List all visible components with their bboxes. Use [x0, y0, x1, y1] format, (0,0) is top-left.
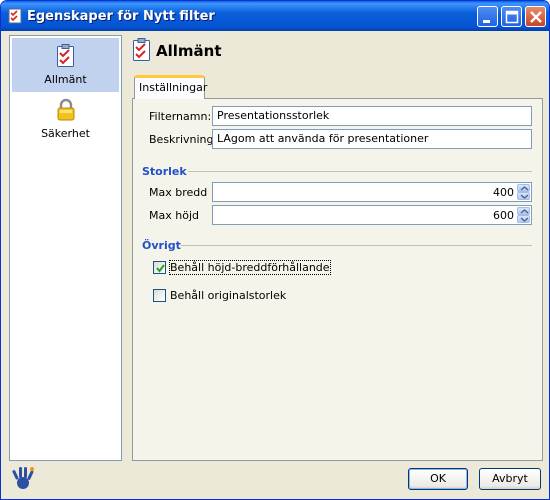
filter-name-field[interactable]: Presentationsstorlek [212, 106, 532, 126]
max-height-value: 600 [493, 209, 514, 222]
close-button[interactable] [525, 6, 546, 27]
sidebar-item-label: Allmänt [44, 73, 87, 86]
tab-settings[interactable]: Inställningar [134, 75, 207, 99]
chevron-up-icon[interactable] [517, 184, 530, 192]
keep-ratio-checkbox[interactable] [153, 261, 166, 274]
max-height-spinner[interactable]: 600 [212, 205, 532, 225]
sidebar-item-label: Säkerhet [41, 127, 90, 140]
chevron-down-icon[interactable] [517, 192, 530, 200]
max-width-value: 400 [493, 186, 514, 199]
description-label: Beskrivning: [149, 133, 218, 146]
keep-ratio-label[interactable]: Behåll höjd-breddförhållande [169, 260, 331, 275]
maximize-button[interactable] [501, 6, 522, 27]
sidebar-item-security[interactable]: Säkerhet [12, 92, 119, 146]
settings-panel [132, 98, 543, 461]
sidebar-item-general[interactable]: Allmänt [12, 38, 119, 92]
window-title: Egenskaper för Nytt filter [27, 9, 215, 24]
lock-icon [56, 98, 76, 125]
hand-logo-icon [9, 464, 37, 495]
dialog-window: Egenskaper för Nytt filter Allmänt Säker… [0, 0, 550, 500]
checklist-icon [56, 44, 76, 71]
max-width-label: Max bredd [149, 186, 208, 199]
filter-name-label: Filternamn: [149, 110, 212, 123]
app-checklist-icon [7, 8, 23, 24]
chevron-down-icon[interactable] [517, 215, 530, 223]
page-title: Allmänt [156, 42, 222, 60]
category-sidebar: Allmänt Säkerhet [9, 35, 122, 461]
max-height-stepper[interactable] [517, 207, 530, 223]
max-height-label: Max höjd [149, 209, 199, 222]
keep-original-checkbox[interactable] [153, 289, 166, 302]
other-section-title: Övrigt [142, 239, 181, 252]
header-checklist-icon [132, 38, 152, 65]
cancel-button[interactable]: Avbryt [479, 468, 541, 490]
description-field[interactable]: LAgom att använda för presentationer [212, 129, 532, 149]
max-width-stepper[interactable] [517, 184, 530, 200]
keep-original-label[interactable]: Behåll originalstorlek [170, 289, 286, 302]
size-section-divider [188, 171, 532, 172]
minimize-button[interactable] [477, 6, 498, 27]
title-bar[interactable]: Egenskaper för Nytt filter [1, 1, 549, 31]
chevron-up-icon[interactable] [517, 207, 530, 215]
other-section-divider [181, 245, 532, 246]
max-width-spinner[interactable]: 400 [212, 182, 532, 202]
ok-button[interactable]: OK [408, 468, 468, 490]
size-section-title: Storlek [142, 165, 187, 178]
